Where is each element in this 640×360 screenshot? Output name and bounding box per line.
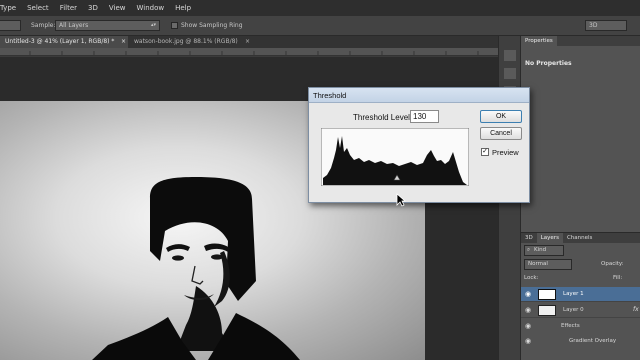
menu-select[interactable]: Select — [27, 4, 49, 12]
blend-mode-select[interactable]: Normal — [524, 259, 572, 270]
tab-untitled-3[interactable]: Untitled-3 @ 41% (Layer 1, RGB/8) * × — [0, 36, 128, 48]
tab-layers[interactable]: Layers — [536, 233, 563, 243]
sample-label: Sample: — [31, 22, 56, 29]
menu-filter[interactable]: Filter — [60, 4, 77, 12]
fill-label: Fill: — [613, 275, 623, 281]
tab-3d[interactable]: 3D — [521, 233, 537, 243]
menu-help[interactable]: Help — [175, 4, 191, 12]
close-icon[interactable]: × — [121, 36, 126, 48]
search-icon: ⌕ — [527, 247, 531, 253]
layer-row-layer-0[interactable]: ◉ Layer 0 fx — [521, 303, 640, 318]
lock-label: Lock: — [524, 275, 539, 281]
layer-name: Layer 0 — [563, 307, 584, 313]
properties-panel-tabs: Properties — [521, 36, 640, 46]
eye-icon[interactable]: ◉ — [525, 290, 531, 298]
eye-icon[interactable]: ◉ — [525, 337, 531, 345]
layer-row-layer-1[interactable]: ◉ Layer 1 — [521, 287, 640, 302]
gradient-overlay-label: Gradient Overlay — [569, 338, 617, 344]
menu-window[interactable]: Window — [137, 4, 165, 12]
layer-name: Layer 1 — [563, 291, 584, 297]
menu-view[interactable]: View — [109, 4, 126, 12]
close-icon[interactable]: × — [245, 36, 250, 48]
show-sampling-ring-checkbox[interactable] — [171, 22, 178, 29]
preview-checkbox[interactable]: ✓ — [481, 148, 489, 156]
layer-thumbnail — [538, 305, 556, 316]
workspace-select[interactable]: 3D — [585, 20, 627, 31]
dialog-title[interactable]: Threshold — [309, 88, 529, 103]
ok-button[interactable]: OK — [480, 110, 522, 123]
layers-panel: 3D Layers Channels ⌕ Kind Normal Opacity… — [521, 232, 640, 360]
horizontal-ruler — [0, 48, 498, 56]
threshold-level-input[interactable]: 130 — [410, 110, 439, 123]
no-properties-text: No Properties — [525, 60, 572, 67]
tab-label: Untitled-3 @ 41% (Layer 1, RGB/8) * — [5, 38, 115, 45]
eye-icon[interactable]: ◉ — [525, 322, 531, 330]
menu-bar: Type Select Filter 3D View Window Help — [0, 0, 640, 16]
workspace-label: 3D — [589, 22, 598, 29]
filter-kind-select[interactable]: ⌕ Kind — [524, 245, 564, 256]
eye-icon[interactable]: ◉ — [525, 306, 531, 314]
cancel-button[interactable]: Cancel — [480, 127, 522, 140]
preview-label: Preview — [492, 148, 519, 157]
tab-watson-book[interactable]: watson-book.jpg @ 88.1% (RGB/8) × — [129, 36, 252, 48]
right-panel-dock: Properties No Properties 3D Layers Chann… — [520, 36, 640, 360]
show-sampling-ring-label: Show Sampling Ring — [181, 22, 243, 29]
gradient-overlay-row[interactable]: ◉ Gradient Overlay — [521, 334, 640, 349]
mouse-cursor-icon — [396, 193, 406, 207]
histogram — [321, 128, 469, 186]
checkmark-icon: ✓ — [482, 148, 488, 155]
effects-label: Effects — [561, 323, 580, 329]
chevron-updown-icon: ▴▾ — [150, 22, 156, 28]
options-bar: Sample: All Layers ▴▾ Show Sampling Ring… — [0, 16, 640, 36]
menu-type[interactable]: Type — [0, 4, 16, 12]
blend-mode-label: Normal — [528, 261, 548, 267]
threshold-level-label: Threshold Level: — [353, 113, 413, 122]
document-tab-bar: Untitled-3 @ 41% (Layer 1, RGB/8) * × wa… — [0, 36, 498, 48]
layers-panel-tabs: 3D Layers Channels — [521, 233, 640, 243]
history-icon[interactable] — [504, 50, 516, 61]
layer-thumbnail — [538, 289, 556, 300]
threshold-dialog: Threshold Threshold Level: 130 OK Cancel… — [308, 87, 530, 203]
fx-icon[interactable]: fx — [633, 306, 639, 313]
tab-channels[interactable]: Channels — [563, 233, 596, 243]
filter-kind-label: Kind — [534, 247, 547, 253]
sample-value: All Layers — [59, 22, 89, 29]
effects-row[interactable]: ◉ Effects — [521, 319, 640, 334]
tab-label: watson-book.jpg @ 88.1% (RGB/8) — [134, 38, 238, 45]
menu-3d[interactable]: 3D — [88, 4, 98, 12]
actions-icon[interactable] — [504, 68, 516, 79]
tab-properties[interactable]: Properties — [521, 36, 557, 46]
sample-select[interactable]: All Layers ▴▾ — [55, 20, 160, 31]
opacity-label: Opacity: — [601, 261, 624, 267]
sample-size-select[interactable] — [0, 20, 21, 31]
